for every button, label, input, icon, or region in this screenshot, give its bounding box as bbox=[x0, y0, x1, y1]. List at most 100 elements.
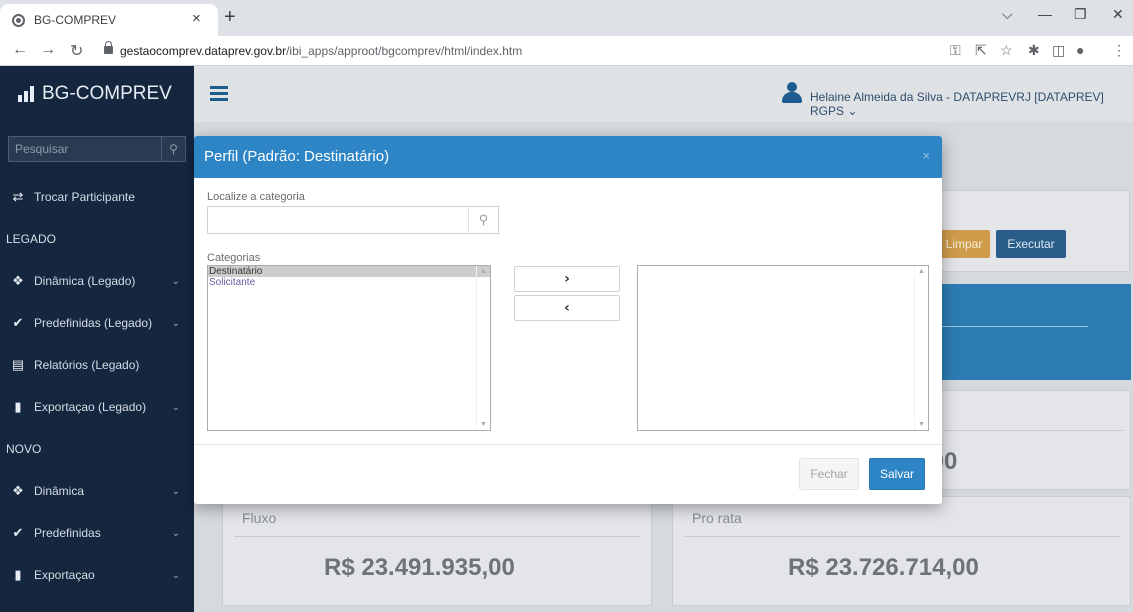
sidebar-item[interactable]: ❖ Dinâmica ⌄ bbox=[0, 470, 194, 512]
chevron-down-icon: ⌄ bbox=[171, 401, 180, 413]
sidebar-nav: ⇄ Trocar Participante LEGADO ❖ Dinâmica (Leg… bbox=[0, 176, 194, 596]
card-fluxo-title: Fluxo bbox=[242, 510, 277, 526]
back-icon[interactable]: ← bbox=[12, 41, 28, 59]
sidebar-item-label: Dinâmica bbox=[34, 484, 85, 498]
executar-button[interactable]: Executar bbox=[996, 230, 1066, 258]
check-icon: ✔ bbox=[12, 315, 24, 330]
card-fluxo-value: R$ 23.491.935,00 bbox=[324, 554, 515, 581]
summary-card-blue bbox=[936, 284, 1131, 380]
key-icon[interactable]: ⚿ bbox=[950, 42, 961, 59]
document-icon: ▤ bbox=[11, 357, 25, 372]
card-fluxo bbox=[222, 496, 652, 606]
cubes-icon: ❖ bbox=[12, 483, 24, 498]
limpar-button[interactable]: Limpar bbox=[938, 230, 990, 258]
browser-tab-strip: BG-COMPREV × + ⌵ — ❐ ✕ bbox=[0, 0, 1133, 36]
category-option[interactable]: Solicitante bbox=[208, 277, 490, 288]
chevron-down-icon: ⌄ bbox=[171, 317, 180, 329]
sidebar-item-label: Dinâmica (Legado) bbox=[34, 274, 136, 288]
file-icon: ▮ bbox=[14, 399, 22, 414]
perfil-modal: Perfil (Padrão: Destinatário) × Localize… bbox=[194, 136, 942, 504]
sidebar-item[interactable]: ▮ Exportaçao (Legado) ⌄ bbox=[0, 386, 194, 428]
brand-name: BG-COMPREV bbox=[42, 83, 172, 104]
scrollbar[interactable]: ▲ ▼ bbox=[476, 266, 490, 430]
sidepanel-icon[interactable]: ◫ bbox=[1052, 42, 1065, 59]
nav-section-novo: NOVO bbox=[6, 442, 42, 456]
sidebar-item-label: Predefinidas (Legado) bbox=[34, 316, 153, 330]
scroll-up-icon[interactable]: ▲ bbox=[480, 268, 487, 275]
scroll-down-icon[interactable]: ▼ bbox=[918, 421, 925, 428]
tab-title: BG-COMPREV bbox=[34, 13, 117, 27]
chevron-down-icon: ⌄ bbox=[171, 485, 180, 497]
sidebar-item[interactable]: ⇄ Trocar Participante bbox=[0, 176, 194, 218]
category-option[interactable]: Destinatário bbox=[208, 266, 490, 277]
modal-title: Perfil (Padrão: Destinatário) bbox=[204, 148, 390, 165]
reload-icon[interactable]: ↻ bbox=[70, 41, 83, 61]
chevron-down-icon: ⌄ bbox=[171, 569, 180, 581]
tab-search-icon[interactable]: ⌵ bbox=[1002, 6, 1013, 23]
move-right-button[interactable]: › bbox=[514, 266, 620, 292]
globe-icon bbox=[12, 14, 25, 27]
bar-chart-icon bbox=[18, 86, 34, 102]
move-left-button[interactable]: ‹ bbox=[514, 295, 620, 321]
sidebar-item-label: Trocar Participante bbox=[34, 190, 135, 204]
forward-icon[interactable]: → bbox=[40, 41, 56, 59]
search-icon[interactable]: ⚲ bbox=[468, 207, 498, 233]
cubes-icon: ❖ bbox=[12, 273, 24, 288]
hamburger-menu-icon[interactable] bbox=[210, 86, 228, 101]
sidebar-item-label: Exportaçao (Legado) bbox=[34, 400, 147, 414]
sidebar-item-label: Relatórios (Legado) bbox=[34, 358, 140, 372]
sidebar-item[interactable]: ▮ Exportaçao ⌄ bbox=[0, 554, 194, 596]
address-bar: ← → ↻ gestaocomprev.dataprev.gov.br/ibi_… bbox=[0, 36, 1133, 66]
restore-icon[interactable]: ❐ bbox=[1074, 6, 1087, 23]
chevron-down-icon: ⌄ bbox=[171, 527, 180, 539]
scrollbar[interactable]: ▲ ▼ bbox=[914, 266, 928, 430]
card-pro-rata-value: R$ 23.726.714,00 bbox=[788, 554, 979, 581]
fechar-button[interactable]: Fechar bbox=[799, 458, 859, 490]
sidebar-search-input[interactable] bbox=[9, 137, 159, 161]
sidebar-item[interactable]: ✔ Predefinidas (Legado) ⌄ bbox=[0, 302, 194, 344]
nav-section-legado: LEGADO bbox=[6, 232, 57, 246]
user-icon bbox=[782, 82, 802, 104]
url-field[interactable]: gestaocomprev.dataprev.gov.br/ibi_apps/a… bbox=[120, 44, 522, 58]
sidebar-item-label: Predefinidas bbox=[34, 526, 101, 540]
salvar-button[interactable]: Salvar bbox=[869, 458, 925, 490]
summary-card bbox=[936, 390, 1131, 490]
sidebar-item[interactable]: ✔ Predefinidas ⌄ bbox=[0, 512, 194, 554]
close-window-icon[interactable]: ✕ bbox=[1112, 6, 1124, 23]
sidebar-search: ⚲ bbox=[8, 136, 186, 162]
minimize-icon[interactable]: — bbox=[1038, 6, 1052, 22]
modal-close-icon[interactable]: × bbox=[922, 148, 930, 163]
find-category-label: Localize a categoria bbox=[207, 191, 305, 203]
modal-header: Perfil (Padrão: Destinatário) × bbox=[194, 136, 942, 178]
brand[interactable]: BG-COMPREV bbox=[0, 66, 194, 122]
new-tab-button[interactable]: + bbox=[224, 6, 236, 29]
selected-categories-list[interactable]: ▲ ▼ bbox=[637, 265, 929, 431]
categories-label: Categorias bbox=[207, 252, 261, 264]
sidebar-item-label: Exportaçao bbox=[34, 568, 95, 582]
check-icon: ✔ bbox=[12, 525, 24, 540]
find-category-input[interactable] bbox=[208, 207, 463, 233]
sidebar-item[interactable]: ❖ Dinâmica (Legado) ⌄ bbox=[0, 260, 194, 302]
user-menu[interactable]: Helaine Almeida da Silva - DATAPREVRJ [D… bbox=[810, 90, 1133, 118]
card-pro-rata-title: Pro rata bbox=[692, 510, 742, 526]
share-icon[interactable]: ⇱ bbox=[975, 42, 987, 59]
lock-icon bbox=[104, 41, 113, 54]
top-bar: Helaine Almeida da Silva - DATAPREVRJ [D… bbox=[194, 66, 1133, 122]
url-host: gestaocomprev.dataprev.gov.br bbox=[120, 44, 287, 58]
browser-tab[interactable]: BG-COMPREV × bbox=[0, 4, 218, 36]
star-icon[interactable]: ☆ bbox=[1000, 42, 1013, 59]
extensions-icon[interactable]: ✱ bbox=[1028, 42, 1040, 59]
available-categories-list[interactable]: Destinatário Solicitante ▲ ▼ bbox=[207, 265, 491, 431]
chevron-down-icon: ⌄ bbox=[847, 104, 858, 118]
profile-icon[interactable]: ● bbox=[1076, 42, 1084, 58]
search-icon[interactable]: ⚲ bbox=[161, 137, 185, 161]
scroll-down-icon[interactable]: ▼ bbox=[480, 421, 487, 428]
menu-dots-icon[interactable]: ⋮ bbox=[1112, 42, 1126, 59]
tab-close-icon[interactable]: × bbox=[192, 10, 201, 27]
chevron-down-icon: ⌄ bbox=[171, 275, 180, 287]
scroll-up-icon[interactable]: ▲ bbox=[918, 268, 925, 275]
sidebar: BG-COMPREV ⚲ ⇄ Trocar Participante LEGADO ❖… bbox=[0, 66, 194, 612]
find-category-field: ⚲ bbox=[207, 206, 499, 234]
url-path: /ibi_apps/approot/bgcomprev/html/index.h… bbox=[286, 44, 523, 58]
sidebar-item[interactable]: ▤ Relatórios (Legado) bbox=[0, 344, 194, 386]
